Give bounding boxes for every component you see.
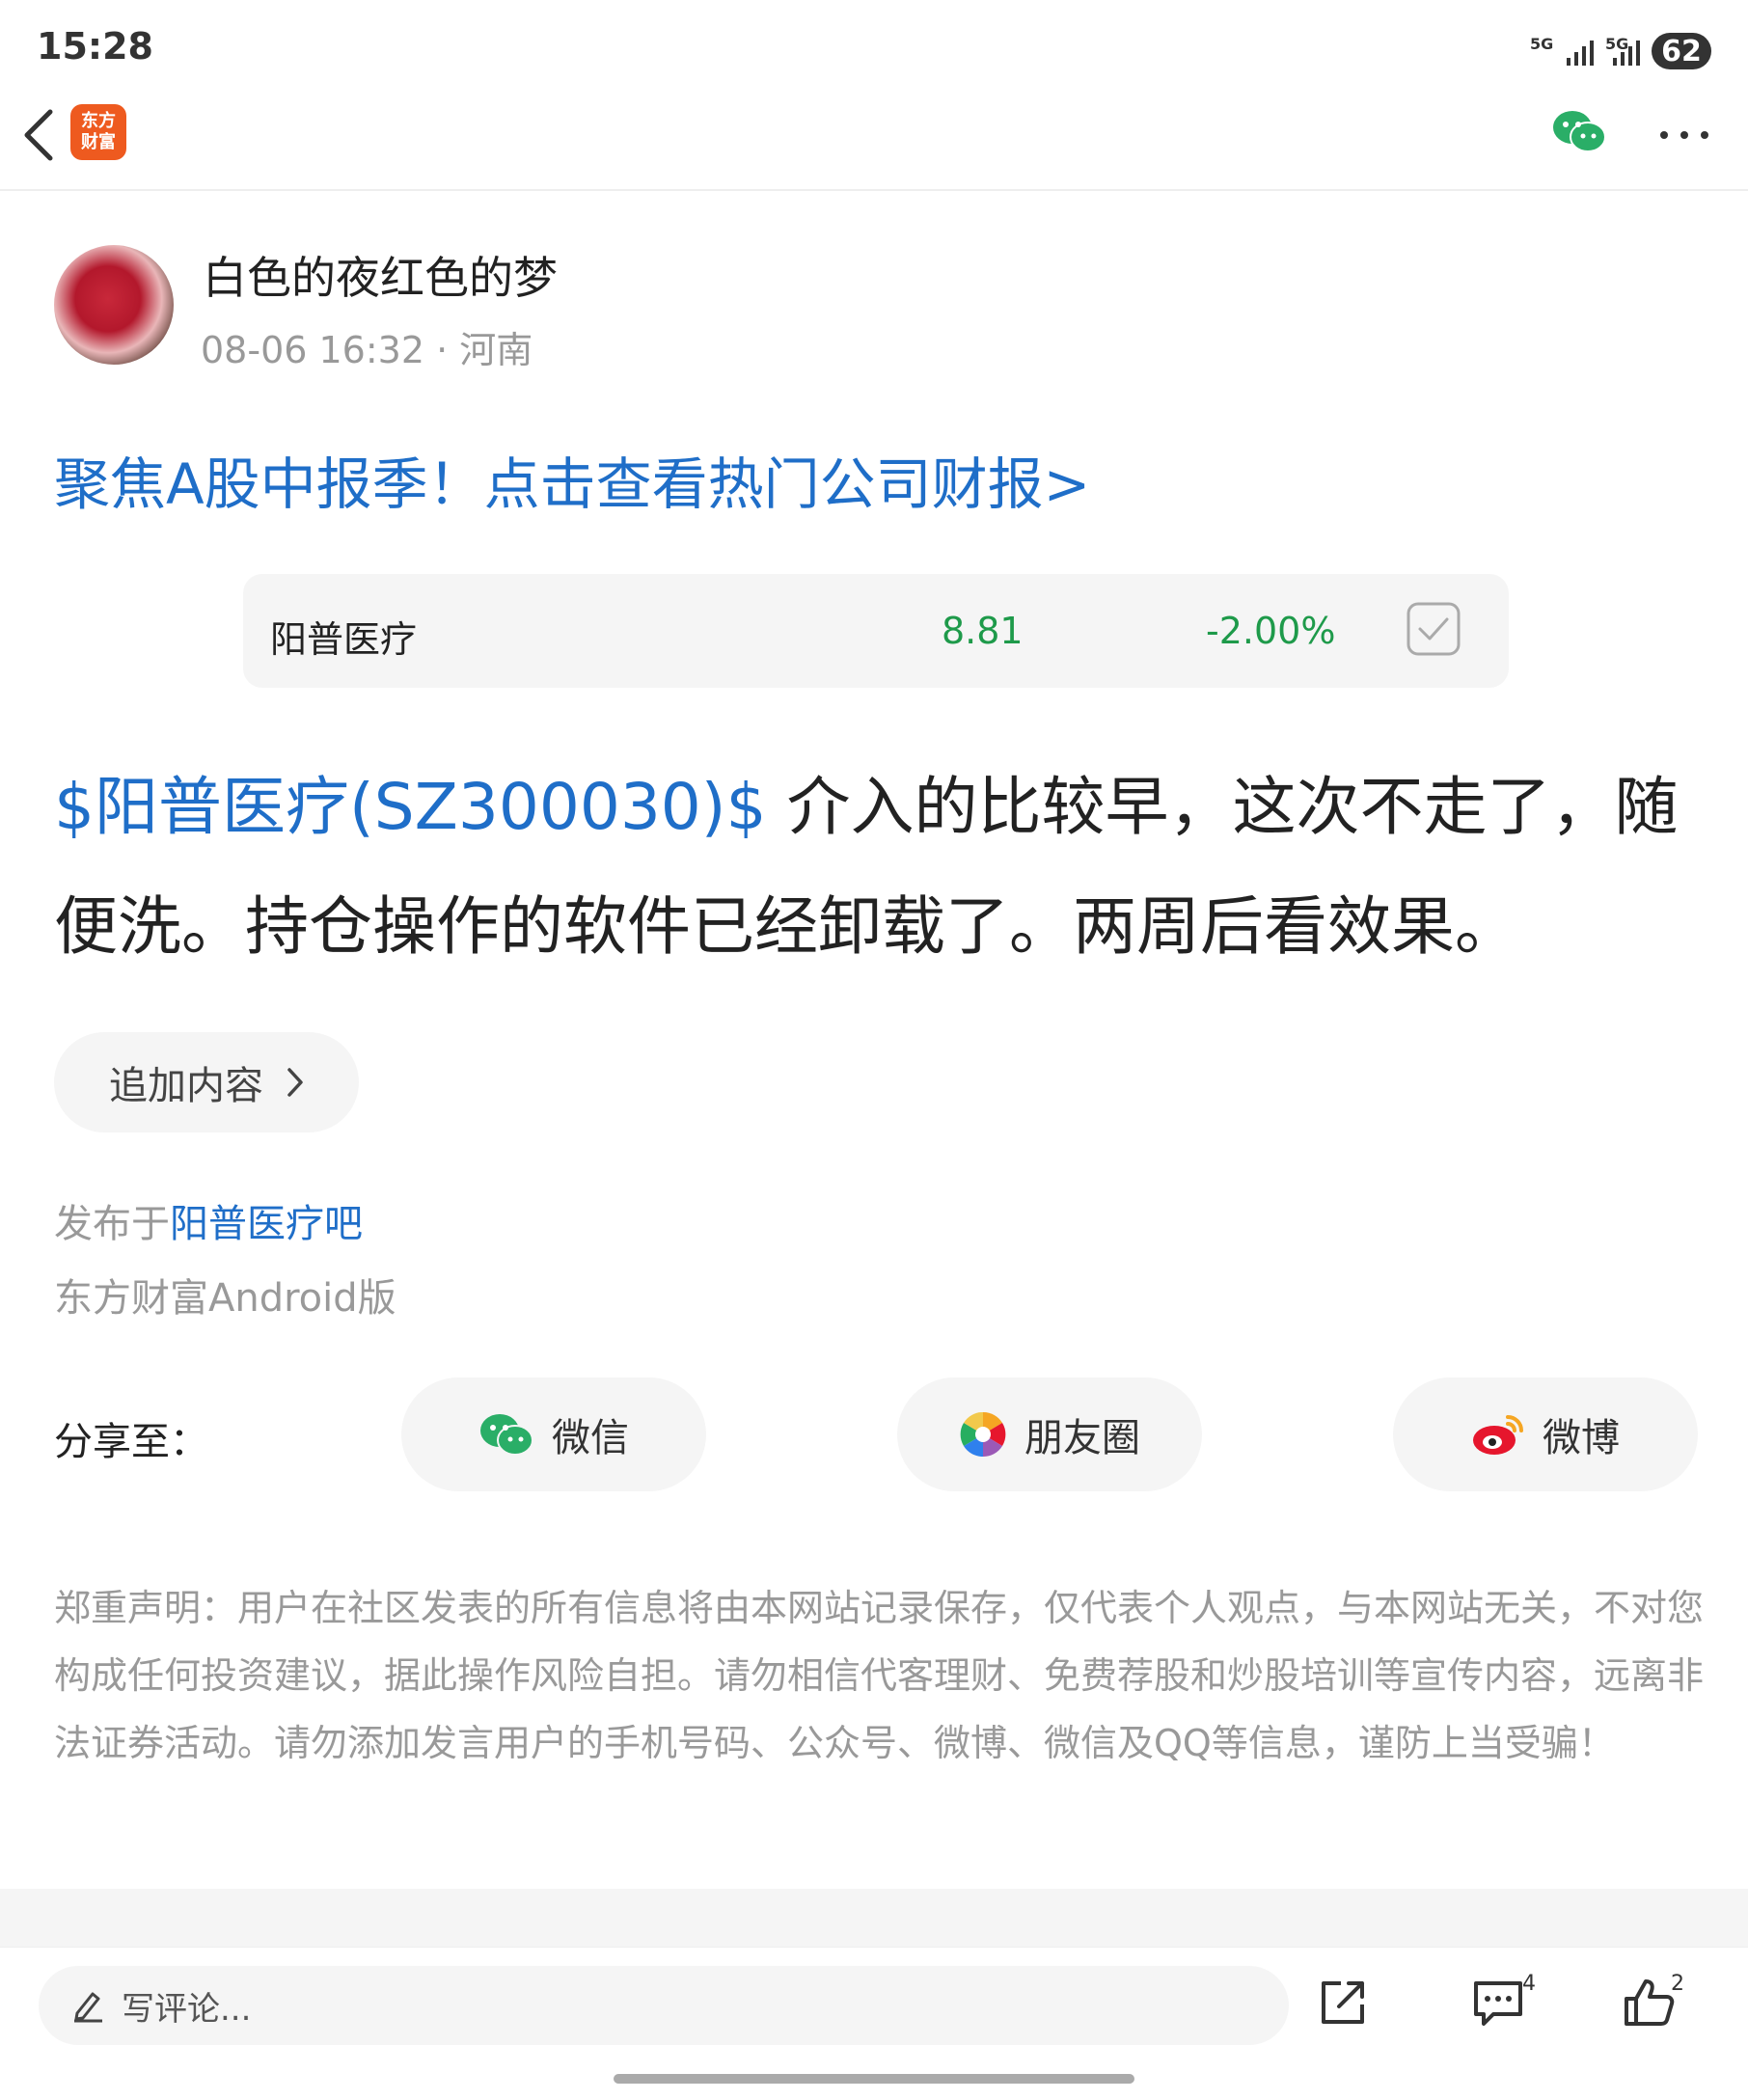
share-label: 分享至：: [54, 1420, 208, 1464]
share-wechat-label: 微信: [552, 1416, 629, 1460]
share-out-icon[interactable]: [1318, 1977, 1368, 2028]
add-content-label: 追加内容: [109, 1064, 263, 1108]
stock-name: 阳普医疗: [270, 618, 418, 661]
logo-line-1: 东方: [81, 111, 116, 131]
section-gap: [0, 1889, 1748, 1947]
more-icon[interactable]: [1659, 129, 1709, 141]
comment-input[interactable]: 写评论...: [39, 1966, 1289, 2045]
published-in: 发布于阳普医疗吧: [54, 1192, 363, 1248]
comment-placeholder: 写评论...: [122, 1989, 252, 2029]
comment-icon[interactable]: [1472, 1977, 1526, 2028]
battery-indicator: 62: [1652, 33, 1711, 69]
status-time: 15:28: [37, 25, 153, 68]
signal-bars-icon: [1567, 41, 1594, 66]
stock-tag-link[interactable]: $阳普医疗(SZ300030)$: [54, 770, 767, 844]
logo-line-2: 财富: [81, 132, 116, 152]
share-wechat-button[interactable]: 微信: [401, 1377, 706, 1491]
nav-divider: [0, 189, 1748, 191]
moments-icon: [959, 1410, 1007, 1459]
comment-count-badge: 4: [1522, 1972, 1536, 1996]
add-content-button[interactable]: 追加内容: [54, 1032, 359, 1132]
checkbox-icon[interactable]: [1407, 602, 1461, 656]
thumb-up-icon[interactable]: [1623, 1977, 1677, 2028]
signal-bars-icon-2: [1613, 41, 1640, 66]
share-moments-button[interactable]: 朋友圈: [897, 1377, 1202, 1491]
wechat-icon: [478, 1411, 534, 1458]
share-weibo-label: 微博: [1543, 1416, 1620, 1460]
home-indicator[interactable]: [614, 2074, 1134, 2084]
share-moments-label: 朋友圈: [1024, 1416, 1140, 1460]
chevron-right-icon: [287, 1068, 303, 1097]
disclaimer: 郑重声明：用户在社区发表的所有信息将由本网站记录保存，仅代表个人观点，与本网站无…: [54, 1587, 1705, 1764]
back-chevron-icon[interactable]: [19, 108, 58, 162]
app-logo: 东方 财富: [70, 104, 126, 160]
pen-icon: [71, 1988, 104, 2023]
stock-price: 8.81: [942, 610, 1024, 652]
stock-bar-link[interactable]: 阳普医疗吧: [170, 1202, 363, 1246]
promo-link[interactable]: 聚焦A股中报季！点击查看热门公司财报>: [54, 439, 1090, 520]
client-source: 东方财富Android版: [54, 1276, 396, 1321]
wechat-icon[interactable]: [1551, 108, 1609, 156]
post-meta: 08-06 16:32 · 河南: [201, 329, 533, 371]
like-count-badge: 2: [1671, 1972, 1684, 1996]
signal-label-1: 5G: [1530, 35, 1554, 53]
post-body: $阳普医疗(SZ300030)$ 介入的比较早，这次不走了，随便洗。持仓操作的软…: [54, 748, 1713, 987]
weibo-icon: [1471, 1411, 1525, 1458]
stock-change: -2.00%: [1206, 610, 1336, 652]
share-weibo-button[interactable]: 微博: [1393, 1377, 1698, 1491]
author-name[interactable]: 白色的夜红色的梦: [203, 243, 558, 307]
avatar[interactable]: [54, 245, 174, 365]
published-prefix: 发布于: [54, 1202, 170, 1246]
